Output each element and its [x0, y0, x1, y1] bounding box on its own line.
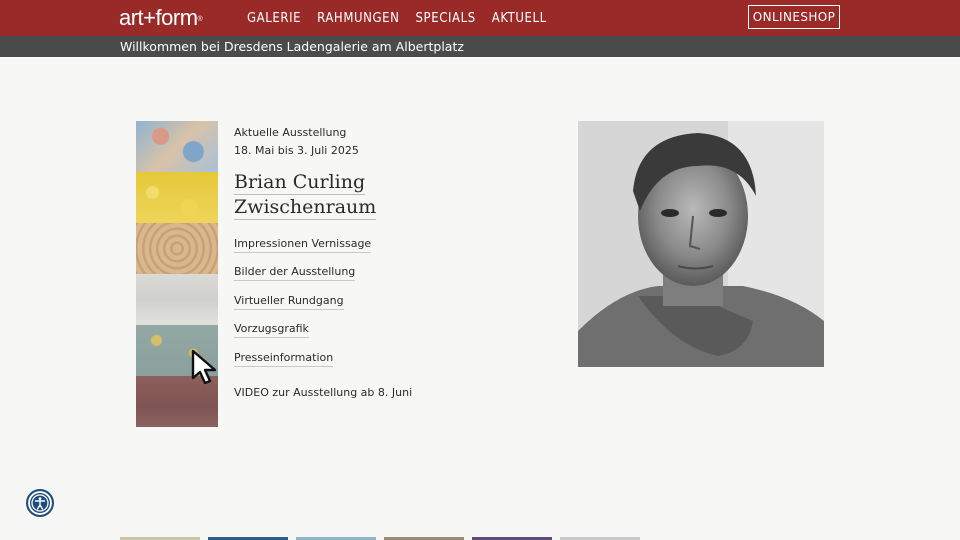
registered-mark: ® [197, 16, 203, 23]
link-bilder-der-ausstellung[interactable]: Bilder der Ausstellung [234, 265, 356, 281]
exhibition-dates: 18. Mai bis 3. Juli 2025 [234, 144, 359, 157]
top-navigation-bar: art+form® GALERIE RAHMUNGEN SPECIALS AKT… [0, 0, 960, 36]
mouse-pointer-icon [191, 349, 217, 385]
link-virtueller-rundgang[interactable]: Virtueller Rundgang [234, 294, 344, 310]
accessibility-icon [31, 494, 49, 512]
nav-galerie[interactable]: GALERIE [247, 11, 301, 27]
exhibition-title-link[interactable]: Zwischenraum [234, 195, 377, 220]
video-note: VIDEO zur Ausstellung ab 8. Juni [234, 386, 413, 399]
artist-name-link[interactable]: Brian Curling [234, 170, 366, 195]
link-impressionen-vernissage[interactable]: Impressionen Vernissage [234, 237, 372, 253]
main-nav: GALERIE RAHMUNGEN SPECIALS AKTUELL [247, 11, 547, 27]
nav-aktuell[interactable]: AKTUELL [492, 11, 547, 27]
onlineshop-button[interactable]: ONLINESHOP [748, 5, 840, 29]
logo-text: art+form [119, 5, 198, 30]
artist-portrait-image [578, 121, 824, 367]
welcome-text: Willkommen bei Dresdens Ladengalerie am … [120, 39, 464, 54]
artwork-swatch [136, 121, 218, 172]
art-form-logo[interactable]: art+form® [119, 5, 203, 30]
artwork-swatch [136, 274, 218, 325]
nav-rahmungen[interactable]: RAHMUNGEN [317, 11, 399, 27]
artwork-swatch [136, 223, 218, 274]
link-vorzugsgrafik[interactable]: Vorzugsgrafik [234, 322, 309, 338]
exhibition-info: Aktuelle Ausstellung 18. Mai bis 3. Juli… [234, 124, 514, 399]
welcome-bar: Willkommen bei Dresdens Ladengalerie am … [0, 36, 960, 57]
artwork-swatch [136, 172, 218, 223]
exhibition-label: Aktuelle Ausstellung [234, 126, 347, 139]
accessibility-button[interactable] [26, 489, 54, 517]
nav-specials[interactable]: SPECIALS [416, 11, 476, 27]
link-presseinformation[interactable]: Presseinformation [234, 351, 334, 367]
